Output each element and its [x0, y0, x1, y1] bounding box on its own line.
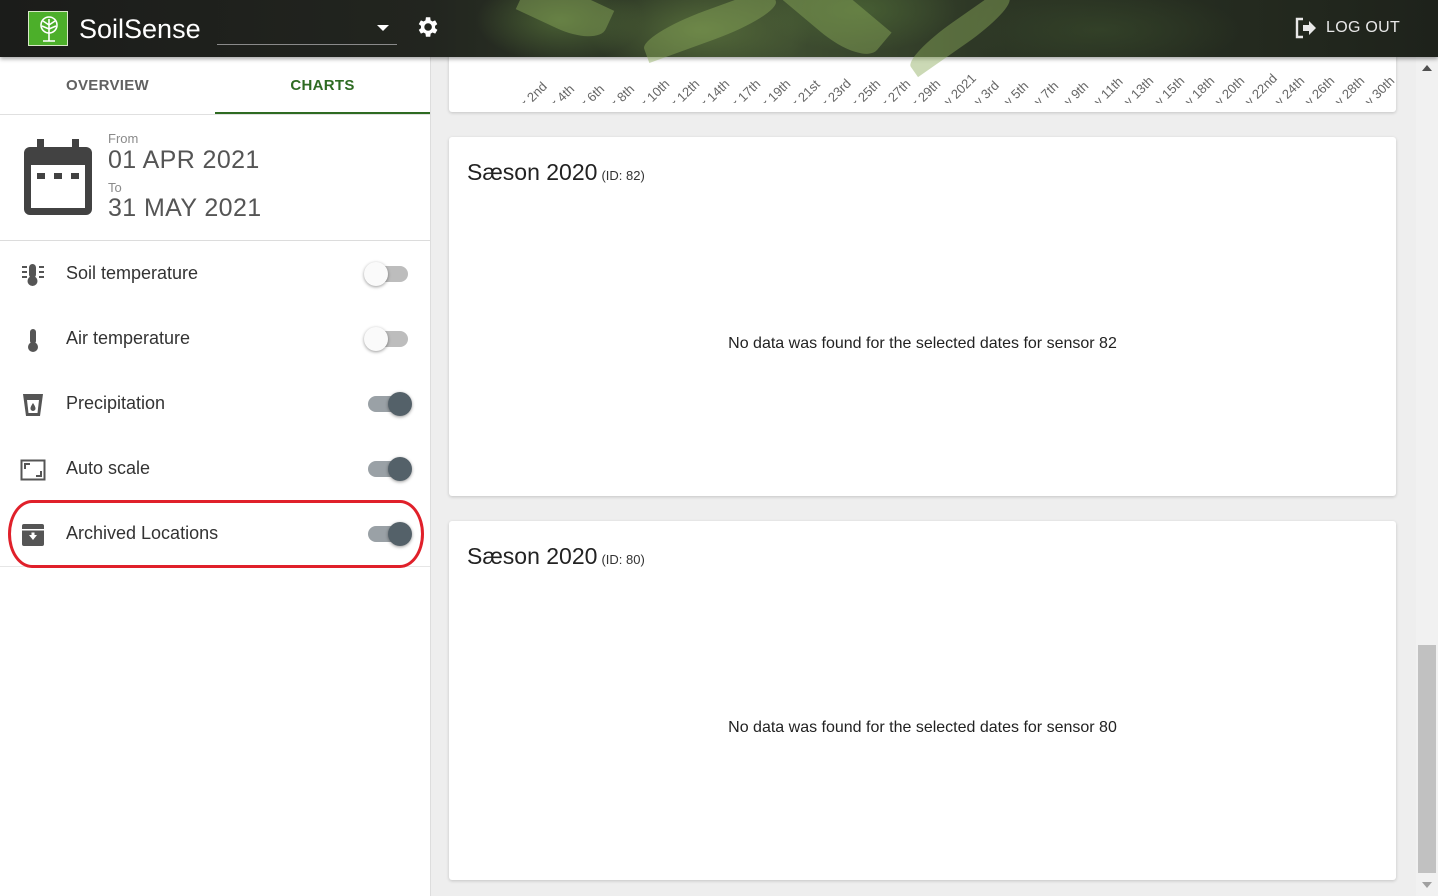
chart-id-label: (ID: 80): [601, 552, 645, 567]
scroll-down-arrow-icon[interactable]: [1422, 882, 1432, 888]
chevron-down-icon: [377, 25, 389, 31]
to-label: To: [108, 180, 122, 195]
archived-locations-toggle[interactable]: [368, 522, 412, 546]
option-precipitation[interactable]: Precipitation: [0, 372, 430, 436]
brand-name: SoilSense: [79, 14, 201, 44]
to-date[interactable]: 31 MAY 2021: [108, 194, 262, 223]
water-cup-icon: [23, 394, 43, 416]
logout-label: LOG OUT: [1326, 19, 1401, 36]
soilsense-logo[interactable]: [28, 11, 68, 46]
scrollbar-thumb[interactable]: [1418, 645, 1436, 873]
air-temperature-toggle[interactable]: [364, 327, 410, 351]
sidebar: OVERVIEW CHARTS From 01 APR 2021 To 31 M…: [0, 57, 431, 896]
toggle-knob: [388, 522, 412, 546]
date-range-picker[interactable]: From 01 APR 2021 To 31 MAY 2021: [0, 115, 430, 241]
background-leaf: [639, 0, 781, 64]
option-label: Auto scale: [66, 458, 151, 478]
chart-id-label: (ID: 82): [601, 168, 645, 183]
tree-icon: [40, 16, 58, 42]
calendar-icon: [24, 139, 92, 215]
chart-card-sensor-80: Sæson 2020 (ID: 80) No data was found for…: [449, 521, 1396, 880]
chart-card-sensor-82: Sæson 2020 (ID: 82) No data was found for…: [449, 137, 1396, 496]
no-data-message: No data was found for the selected dates…: [728, 335, 1117, 352]
chart-title: Sæson 2020 (ID: 80): [467, 543, 645, 570]
from-label: From: [108, 131, 139, 146]
background-leaf: [515, 0, 615, 48]
option-soil-temperature[interactable]: Soil temperature: [0, 242, 430, 306]
soil-temperature-icon: [22, 264, 44, 286]
toggle-knob: [364, 327, 388, 351]
chart-title-text: Sæson 2020: [467, 159, 598, 185]
logout-button[interactable]: LOG OUT: [1294, 16, 1400, 40]
logout-icon: [1295, 17, 1316, 39]
aspect-ratio-icon: [20, 459, 46, 481]
option-air-temperature[interactable]: Air temperature: [0, 307, 430, 371]
soil-temperature-toggle[interactable]: [364, 262, 410, 286]
tab-overview[interactable]: OVERVIEW: [0, 57, 215, 114]
toggle-knob: [388, 457, 412, 481]
archive-icon: [22, 524, 44, 546]
option-label: Air temperature: [66, 328, 191, 348]
option-label: Precipitation: [66, 393, 166, 413]
option-label: Soil temperature: [66, 263, 199, 283]
tab-charts[interactable]: CHARTS: [215, 57, 430, 114]
charts-panel: Apr 2nd Apr 4th Apr 6th Apr 8th Apr 10th Apr …: [431, 47, 1416, 896]
precipitation-toggle[interactable]: [368, 392, 412, 416]
option-label: Archived Locations: [66, 523, 219, 543]
divider: [0, 566, 430, 567]
toggle-knob: [364, 262, 388, 286]
scrollbar[interactable]: [1416, 57, 1438, 896]
auto-scale-toggle[interactable]: [368, 457, 412, 481]
toggle-knob: [388, 392, 412, 416]
option-auto-scale[interactable]: Auto scale: [0, 437, 430, 501]
no-data-message: No data was found for the selected dates…: [728, 719, 1117, 736]
gear-icon[interactable]: [414, 14, 440, 40]
from-date[interactable]: 01 APR 2021: [108, 146, 260, 175]
thermometer-icon: [28, 329, 38, 352]
top-app-bar: SoilSense LOG OUT: [0, 0, 1438, 78]
location-select[interactable]: [217, 14, 397, 45]
option-archived-locations[interactable]: Archived Locations: [0, 502, 430, 566]
scroll-up-arrow-icon[interactable]: [1422, 65, 1432, 71]
x-axis-tick-label: Apr 2nd: [507, 78, 550, 103]
tab-bar: OVERVIEW CHARTS: [0, 57, 430, 115]
chart-title: Sæson 2020 (ID: 82): [467, 159, 645, 186]
chart-title-text: Sæson 2020: [467, 543, 598, 569]
